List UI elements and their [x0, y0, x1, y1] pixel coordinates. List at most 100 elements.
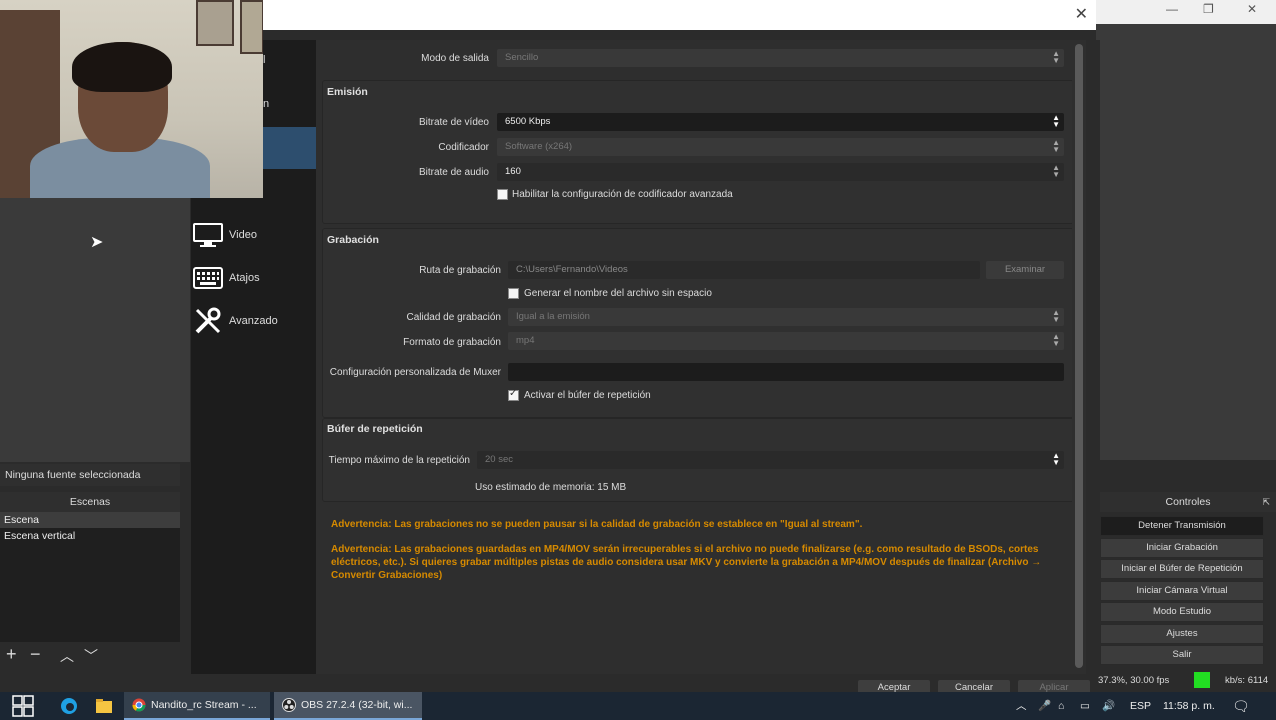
- output-mode-value: Sencillo: [505, 52, 539, 63]
- spin-arrows-icon[interactable]: ▲ ▼: [1052, 452, 1060, 467]
- start-virtual-camera-button[interactable]: Iniciar Cámara Virtual: [1100, 581, 1264, 601]
- sidebar-item-advanced[interactable]: Avanzado: [193, 305, 313, 337]
- language-indicator[interactable]: ESP: [1130, 692, 1151, 720]
- chevron-up-icon[interactable]: ︿: [1016, 692, 1027, 720]
- recording-title: Grabación: [327, 234, 379, 246]
- sidebar-item-video[interactable]: Video: [193, 219, 313, 251]
- video-bitrate-value: 6500 Kbps: [505, 116, 551, 127]
- undock-icon[interactable]: ⇱: [1262, 492, 1270, 512]
- recording-quality-value: Igual a la emisión: [516, 311, 590, 322]
- replay-buffer-label: Activar el búfer de repetición: [524, 390, 651, 401]
- taskbar-app-label: OBS 27.2.4 (32-bit, wi...: [301, 699, 413, 711]
- minimize-icon[interactable]: —: [1166, 2, 1178, 16]
- obs-icon: [282, 698, 296, 712]
- remove-scene-icon[interactable]: −: [30, 644, 41, 665]
- recording-format-label: Formato de grabación: [403, 337, 501, 348]
- spin-arrows-icon: ▲ ▼: [1052, 49, 1060, 65]
- encoder-select[interactable]: Software (x264) ▲ ▼: [497, 138, 1064, 156]
- sidebar-item-hotkeys[interactable]: Atajos: [193, 262, 313, 294]
- notifications-icon[interactable]: 🗨: [1232, 692, 1250, 720]
- browse-button[interactable]: Examinar: [986, 261, 1064, 279]
- sidebar-item-selected[interactable]: [263, 127, 316, 169]
- scenes-list: Escena Escena vertical: [0, 512, 180, 642]
- output-mode-select[interactable]: Sencillo ▲ ▼: [497, 49, 1064, 67]
- recording-quality-select[interactable]: Igual a la emisión ▲ ▼: [508, 308, 1064, 326]
- start-replay-buffer-button[interactable]: Iniciar el Búfer de Repetición: [1100, 559, 1264, 579]
- audio-bitrate-select[interactable]: 160 ▲ ▼: [497, 163, 1064, 181]
- recording-format-select[interactable]: mp4 ▲ ▼: [508, 332, 1064, 350]
- scene-toolbar: + − ︿ ﹀: [0, 642, 180, 670]
- settings-button[interactable]: Ajustes: [1100, 624, 1264, 644]
- replay-max-time-label: Tiempo máximo de la repetición: [328, 455, 470, 466]
- close-icon[interactable]: ✕: [1075, 4, 1088, 24]
- replay-max-time-value: 20 sec: [485, 454, 513, 465]
- bitrate-status: kb/s: 6114: [1225, 675, 1269, 686]
- fps-status: 37.3%, 30.00 fps: [1098, 675, 1170, 686]
- maximize-icon[interactable]: ❐: [1203, 2, 1214, 16]
- video-bitrate-label: Bitrate de vídeo: [418, 117, 489, 128]
- sidebar-item-partial[interactable]: l: [263, 54, 265, 66]
- streaming-title: Emisión: [327, 86, 368, 98]
- recording-quality-label: Calidad de grabación: [406, 312, 501, 323]
- studio-mode-button[interactable]: Modo Estudio: [1100, 602, 1264, 622]
- windows-icon: [12, 695, 34, 717]
- scrollbar-thumb[interactable]: [1075, 44, 1083, 668]
- taskbar-chrome-app[interactable]: Nandito_rc Stream - ...: [124, 692, 270, 720]
- audio-bitrate-label: Bitrate de audio: [418, 167, 489, 178]
- spin-arrows-icon: ▲ ▼: [1052, 308, 1060, 324]
- replay-max-time-input[interactable]: 20 sec ▲ ▼: [477, 451, 1064, 469]
- battery-icon[interactable]: ▭: [1080, 692, 1090, 720]
- spin-arrows-icon: ▲ ▼: [1052, 332, 1060, 348]
- settings-scrollbar[interactable]: [1072, 40, 1086, 668]
- replay-buffer-checkbox[interactable]: [508, 388, 519, 401]
- file-explorer-icon[interactable]: [95, 692, 113, 720]
- spin-arrows-icon: ▲ ▼: [1052, 138, 1060, 154]
- exit-button[interactable]: Salir: [1100, 645, 1264, 665]
- replay-buffer-title: Búfer de repetición: [327, 423, 423, 435]
- spin-arrows-icon[interactable]: ▲ ▼: [1052, 114, 1060, 129]
- start-recording-button[interactable]: Iniciar Grabación: [1100, 538, 1264, 558]
- settings-dialog-titlebar: ✕: [263, 0, 1096, 31]
- output-mode-label: Modo de salida: [421, 53, 489, 64]
- sidebar-item-label: Avanzado: [229, 315, 278, 327]
- stop-streaming-button[interactable]: Detener Transmisión: [1100, 516, 1264, 536]
- network-icon[interactable]: ⌂: [1058, 692, 1064, 720]
- taskbar-obs-app[interactable]: OBS 27.2.4 (32-bit, wi...: [274, 692, 422, 720]
- warning-mp4: Advertencia: Las grabaciones guardadas e…: [331, 544, 1042, 581]
- add-scene-icon[interactable]: +: [6, 644, 17, 665]
- edge-icon[interactable]: [60, 692, 78, 720]
- filename-no-space-label: Generar el nombre del archivo sin espaci…: [524, 288, 712, 299]
- advanced-encoder-label: Habilitar la configuración de codificado…: [512, 189, 733, 200]
- scene-item[interactable]: Escena vertical: [0, 528, 180, 544]
- clock[interactable]: 11:58 p. m.: [1163, 692, 1215, 720]
- filename-no-space-checkbox[interactable]: [508, 288, 519, 299]
- scenes-header: Escenas: [0, 492, 180, 512]
- muxer-settings-label: Configuración personalizada de Muxer: [329, 367, 501, 378]
- move-down-icon[interactable]: ﹀: [84, 646, 98, 666]
- muxer-settings-input[interactable]: [508, 363, 1064, 381]
- webcam-overlay: [0, 0, 263, 198]
- start-button[interactable]: [12, 692, 34, 720]
- mouse-cursor-icon: ➤: [90, 234, 104, 251]
- close-window-icon[interactable]: ✕: [1247, 2, 1257, 16]
- audio-bitrate-value: 160: [505, 166, 521, 177]
- volume-icon[interactable]: 🔊: [1102, 692, 1115, 720]
- status-bar: 37.3%, 30.00 fps kb/s: 6114: [1096, 670, 1276, 692]
- scene-item[interactable]: Escena: [0, 512, 180, 528]
- keyboard-icon: [193, 265, 223, 291]
- warning-pause: Advertencia: Las grabaciones no se puede…: [331, 519, 863, 530]
- stream-health-indicator: [1194, 672, 1210, 688]
- encoder-label: Codificador: [438, 142, 489, 153]
- microphone-icon[interactable]: 🎤: [1038, 692, 1051, 720]
- controls-title: Controles: [1165, 496, 1211, 508]
- sidebar-item-partial[interactable]: n: [263, 98, 269, 110]
- memory-usage-text: Uso estimado de memoria: 15 MB: [475, 482, 627, 493]
- video-bitrate-input[interactable]: 6500 Kbps ▲ ▼: [497, 113, 1064, 131]
- spin-arrows-icon: ▲ ▼: [1052, 163, 1060, 179]
- no-source-label: Ninguna fuente seleccionada: [0, 464, 180, 486]
- taskbar-app-label: Nandito_rc Stream - ...: [151, 699, 257, 711]
- advanced-encoder-checkbox[interactable]: [497, 189, 508, 200]
- tools-icon: [193, 307, 223, 334]
- move-up-icon[interactable]: ︿: [60, 646, 74, 666]
- recording-path-input[interactable]: C:\Users\Fernando\Videos: [508, 261, 980, 279]
